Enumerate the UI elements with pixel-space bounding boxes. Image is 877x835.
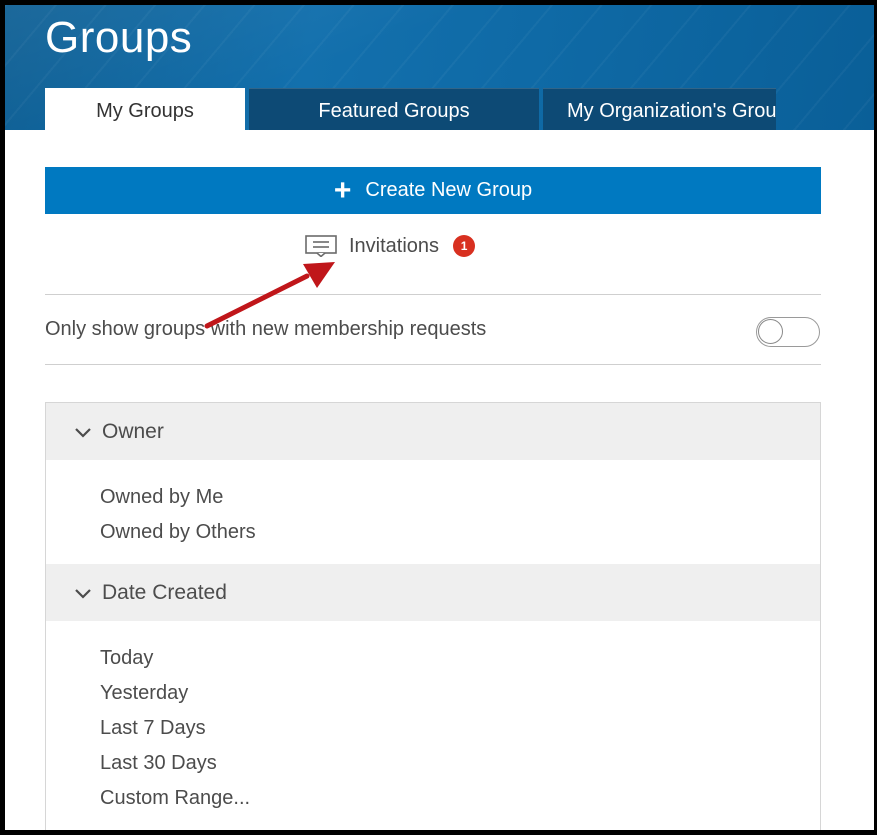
create-new-group-button[interactable]: + Create New Group	[45, 167, 821, 214]
owner-section-header[interactable]: Owner	[46, 403, 820, 460]
page-header: Groups My Groups Featured Groups My Orga…	[5, 5, 874, 130]
owner-section-title: Owner	[102, 419, 164, 443]
date-created-section-header[interactable]: Date Created	[46, 564, 820, 621]
filter-custom-range[interactable]: Custom Range...	[100, 781, 820, 816]
divider	[45, 364, 821, 365]
filter-last-30-days[interactable]: Last 30 Days	[100, 746, 820, 781]
tab-my-organizations-groups[interactable]: My Organization's Grou	[543, 88, 777, 130]
create-new-group-label: Create New Group	[365, 179, 533, 201]
membership-requests-toggle[interactable]	[756, 317, 820, 347]
tab-featured-groups[interactable]: Featured Groups	[249, 88, 539, 130]
date-created-filter-list: Today Yesterday Last 7 Days Last 30 Days…	[46, 621, 820, 830]
divider	[45, 294, 821, 295]
page-title: Groups	[45, 13, 193, 62]
annotation-arrow-icon	[204, 262, 335, 329]
filter-last-7-days[interactable]: Last 7 Days	[100, 711, 820, 746]
filter-yesterday[interactable]: Yesterday	[100, 676, 820, 711]
tab-my-groups[interactable]: My Groups	[45, 88, 245, 130]
toggle-knob	[758, 319, 783, 344]
filter-today[interactable]: Today	[100, 641, 820, 676]
date-created-section-title: Date Created	[102, 580, 227, 604]
group-tabs: My Groups Featured Groups My Organizatio…	[45, 88, 780, 130]
filter-panel: Owner Owned by Me Owned by Others Date C…	[45, 402, 821, 830]
owner-filter-list: Owned by Me Owned by Others	[46, 460, 820, 564]
filter-owned-by-others[interactable]: Owned by Others	[100, 515, 820, 550]
chevron-down-icon	[75, 427, 91, 438]
groups-page: Groups My Groups Featured Groups My Orga…	[5, 5, 874, 830]
invitations-label: Invitations	[349, 234, 440, 257]
plus-icon: +	[333, 173, 352, 207]
filter-owned-by-me[interactable]: Owned by Me	[100, 480, 820, 515]
chevron-down-icon	[75, 588, 91, 599]
invitations-count-badge: 1	[453, 235, 476, 257]
